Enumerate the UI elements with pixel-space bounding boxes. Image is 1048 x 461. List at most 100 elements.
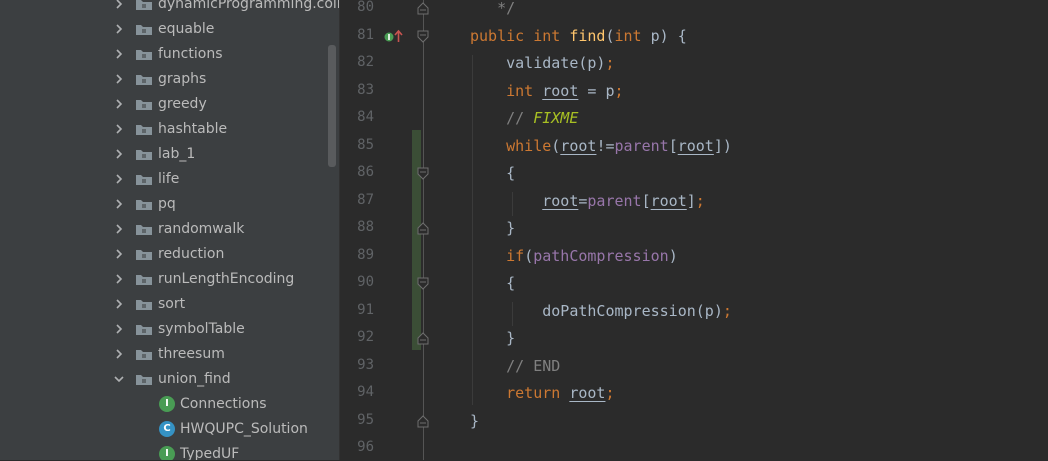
line-number: 88: [357, 219, 374, 235]
chevron-right-icon[interactable]: [114, 74, 124, 84]
code-text: */: [470, 0, 516, 17]
folder-icon: [136, 100, 152, 110]
chevron-right-icon[interactable]: [114, 274, 124, 284]
code-text: }: [470, 219, 516, 237]
tree-file-item[interactable]: I TypedUF: [0, 442, 339, 460]
tree-scrollbar[interactable]: [328, 45, 336, 167]
chevron-right-icon[interactable]: [114, 0, 124, 9]
tree-folder-label: randomwalk: [158, 221, 245, 237]
tree-folder-label: pq: [158, 196, 176, 212]
tree-folder-label: dynamicProgramming.coins: [158, 0, 339, 12]
chevron-right-icon[interactable]: [114, 349, 124, 359]
folder-icon: [136, 25, 152, 35]
line-number: 86: [357, 164, 374, 180]
code-line[interactable]: 88 }: [340, 214, 1048, 241]
folder-icon: [136, 300, 152, 310]
tree-folder-item[interactable]: runLengthEncoding: [0, 267, 339, 292]
tree-folder-item[interactable]: union_find: [0, 367, 339, 392]
line-number: 81: [357, 26, 374, 43]
fold-end-icon[interactable]: [417, 2, 429, 15]
code-line[interactable]: 92 }: [340, 324, 1048, 351]
code-line[interactable]: 80 */: [340, 0, 1048, 21]
code-editor[interactable]: 80 */ 81 public int find(int p) { 82 valida…: [340, 0, 1048, 460]
chevron-right-icon[interactable]: [114, 299, 124, 309]
tree-folder-label: union_find: [158, 371, 231, 387]
fold-end-icon[interactable]: [417, 414, 429, 428]
chevron-right-icon[interactable]: [114, 249, 124, 259]
code-line[interactable]: 86 {: [340, 159, 1048, 186]
chevron-right-icon[interactable]: [114, 124, 124, 134]
code-line[interactable]: 85 while(root!=parent[root]): [340, 132, 1048, 159]
tree-folder-label: symbolTable: [158, 321, 245, 337]
code-text: }: [470, 411, 480, 430]
tree-folder-label: sort: [158, 296, 186, 312]
tree-folder-item[interactable]: dynamicProgramming.coins: [0, 0, 339, 17]
override-up-arrow-icon[interactable]: [394, 29, 403, 43]
chevron-right-icon[interactable]: [114, 149, 124, 159]
chevron-down-icon[interactable]: [114, 374, 124, 384]
chevron-right-icon[interactable]: [114, 224, 124, 234]
chevron-right-icon[interactable]: [114, 49, 124, 59]
code-line[interactable]: 90 {: [340, 269, 1048, 296]
fold-start-icon[interactable]: [417, 30, 429, 43]
folder-icon: [136, 225, 152, 235]
code-text: doPathCompression(p);: [470, 301, 732, 320]
fold-start-icon[interactable]: [417, 167, 429, 180]
tree-file-label: HWQUPC_Solution: [180, 421, 308, 437]
code-line[interactable]: 94 return root;: [340, 379, 1048, 406]
tree-folder-item[interactable]: lab_1: [0, 142, 339, 167]
code-line[interactable]: 87 root=parent[root];: [340, 187, 1048, 214]
tree-file-label: TypedUF: [180, 446, 240, 460]
chevron-right-icon[interactable]: [114, 24, 124, 34]
code-line[interactable]: 96: [340, 434, 1048, 461]
tree-folder-item[interactable]: threesum: [0, 342, 339, 367]
chevron-right-icon[interactable]: [114, 174, 124, 184]
code-text: while(root!=parent[root]): [506, 136, 732, 155]
code-line[interactable]: 95}: [340, 407, 1048, 434]
tree-folder-item[interactable]: sort: [0, 292, 339, 317]
tree-folder-item[interactable]: randomwalk: [0, 217, 339, 242]
code-line[interactable]: 93 // END: [340, 352, 1048, 379]
tree-file-item[interactable]: I Connections: [0, 392, 339, 417]
line-number: 96: [357, 439, 374, 455]
code-line[interactable]: 89 if(pathCompression): [340, 242, 1048, 269]
code-line[interactable]: 81 public int find(int p) {: [340, 22, 1048, 49]
tree-folder-label: equable: [158, 21, 215, 37]
tree-folder-item[interactable]: pq: [0, 192, 339, 217]
code-text: public int find(int p) {: [470, 26, 687, 45]
code-line[interactable]: 83 int root = p;: [340, 77, 1048, 104]
tree-folder-label: hashtable: [158, 121, 228, 137]
code-line[interactable]: 91 doPathCompression(p);: [340, 297, 1048, 324]
code-text: if(pathCompression): [506, 246, 678, 265]
tree-folder-item[interactable]: graphs: [0, 67, 339, 92]
chevron-right-icon[interactable]: [114, 99, 124, 109]
tree-folder-item[interactable]: reduction: [0, 242, 339, 267]
chevron-right-icon[interactable]: [114, 199, 124, 209]
tree-folder-item[interactable]: hashtable: [0, 117, 339, 142]
fold-end-icon[interactable]: [417, 222, 429, 235]
folder-icon: [136, 350, 152, 360]
code-line[interactable]: 82 validate(p);: [340, 49, 1048, 76]
fold-start-icon[interactable]: [417, 277, 429, 290]
chevron-right-icon[interactable]: [114, 324, 124, 334]
code-text: }: [470, 329, 516, 347]
line-number: 87: [357, 191, 374, 208]
tree-folder-item[interactable]: greedy: [0, 92, 339, 117]
interface-icon: I: [159, 446, 175, 460]
tree-folder-item[interactable]: functions: [0, 42, 339, 67]
fold-end-icon[interactable]: [417, 332, 429, 345]
code-text: // FIXME: [506, 109, 579, 127]
code-text: int root = p;: [506, 81, 624, 100]
code-line[interactable]: 84 // FIXME: [340, 104, 1048, 131]
implements-icon[interactable]: [384, 32, 394, 42]
tree-file-label: Connections: [180, 396, 267, 412]
tree-file-item[interactable]: C HWQUPC_Solution: [0, 417, 339, 442]
tree-folder-item[interactable]: equable: [0, 17, 339, 42]
tree-folder-label: greedy: [158, 96, 207, 112]
line-number: 82: [357, 54, 374, 70]
tree-folder-item[interactable]: symbolTable: [0, 317, 339, 342]
tree-folder-item[interactable]: life: [0, 167, 339, 192]
folder-icon: [136, 0, 152, 10]
folder-icon: [136, 150, 152, 160]
tree-folder-label: lab_1: [158, 146, 196, 162]
